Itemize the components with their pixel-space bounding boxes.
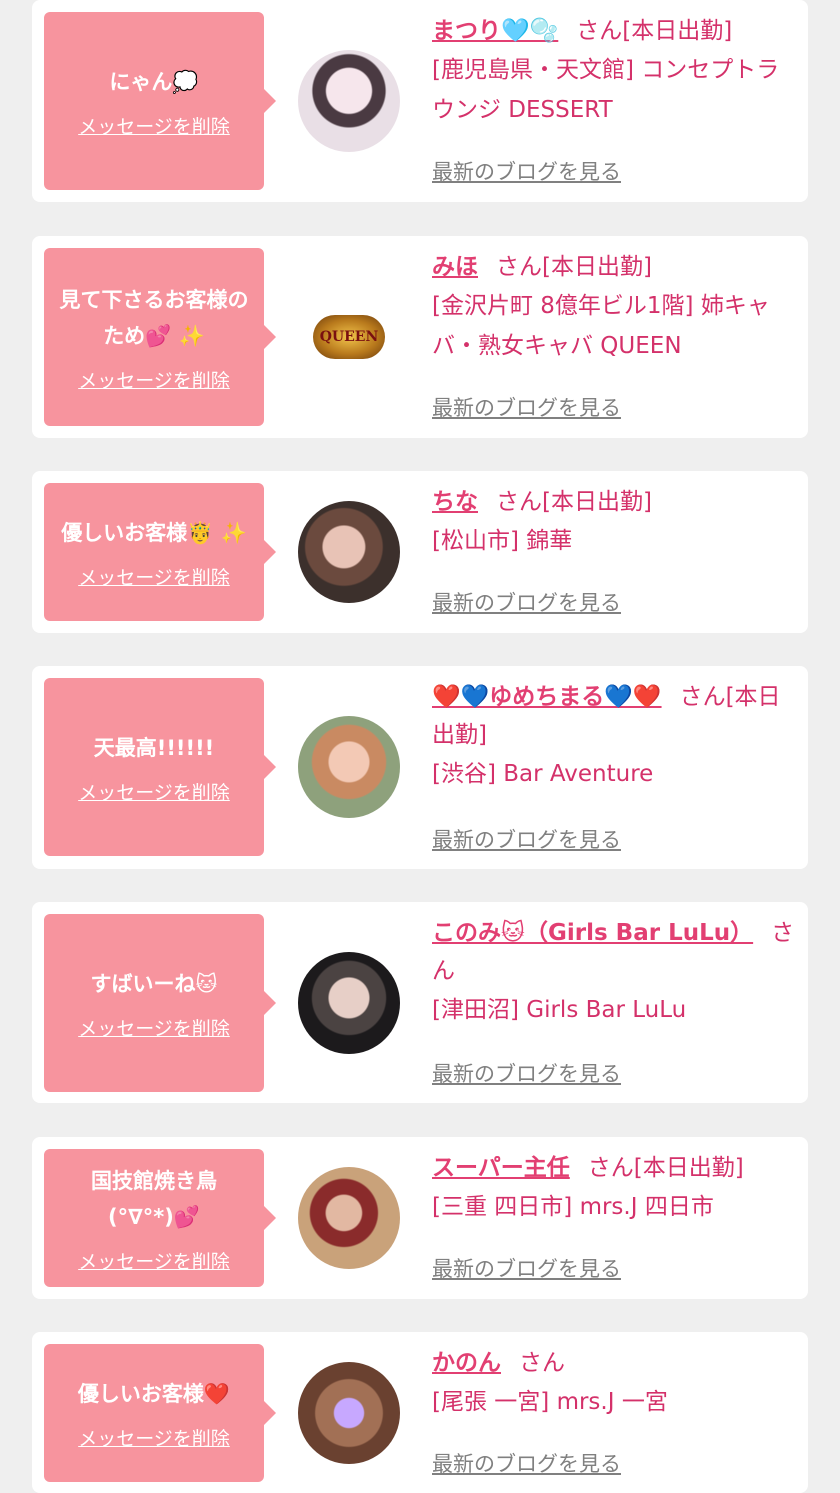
status-text: さん <box>519 1350 565 1376</box>
message-card: 国技館焼き鳥 (°∇°*)💕 メッセージを削除 スーパー主任 さん[本日出勤] [… <box>32 1137 808 1299</box>
cast-info: ちな さん[本日出勤] [松山市] 錦華 <box>432 483 800 561</box>
cast-name-link[interactable]: ❤️💙ゆめちまる💙❤️ <box>432 684 662 710</box>
message-bubble: 優しいお客様🤴 ✨ メッセージを削除 <box>44 483 276 621</box>
cast-info: まつり🩵🫧 さん[本日出勤] [鹿児島県・天文館] コンセプトラウンジ DESSE… <box>432 12 800 130</box>
cast-name-link[interactable]: かのん <box>432 1350 501 1376</box>
blog-link[interactable]: 最新のブログを見る <box>432 392 621 422</box>
blog-link[interactable]: 最新のブログを見る <box>432 824 621 854</box>
message-bubble: 見て下さるお客様のため💕 ✨ メッセージを削除 <box>44 248 276 426</box>
shop-logo-avatar[interactable]: QUEEN <box>298 286 400 388</box>
name-line: スーパー主任 さん[本日出勤] <box>432 1149 800 1187</box>
status-text: さん[本日出勤] <box>496 254 652 280</box>
name-line: ちな さん[本日出勤] <box>432 483 800 521</box>
queen-logo: QUEEN <box>313 315 385 359</box>
blog-link[interactable]: 最新のブログを見る <box>432 1253 621 1283</box>
cast-avatar[interactable] <box>298 952 400 1054</box>
shop-text: [三重 四日市] mrs.J 四日市 <box>432 1194 714 1220</box>
cast-info: みほ さん[本日出勤] [金沢片町 8億年ビル1階] 姉キャバ・熟女キャバ QUE… <box>432 248 800 366</box>
status-text: さん[本日出勤] <box>496 489 652 515</box>
message-bubble: 優しいお客様❤️ メッセージを削除 <box>44 1344 276 1482</box>
message-bubble: 天最高!!!!!! メッセージを削除 <box>44 678 276 856</box>
name-line: みほ さん[本日出勤] <box>432 248 800 286</box>
cast-info: ❤️💙ゆめちまる💙❤️ さん[本日出勤] [渋谷] Bar Aventure <box>432 678 800 794</box>
cast-avatar[interactable] <box>298 501 400 603</box>
shop-text: [金沢片町 8億年ビル1階] 姉キャバ・熟女キャバ QUEEN <box>432 293 770 359</box>
message-bubble: にゃん💭 メッセージを削除 <box>44 12 276 190</box>
status-text: さん[本日出勤] <box>587 1155 744 1181</box>
delete-message-link[interactable]: メッセージを削除 <box>78 1247 230 1274</box>
cast-name-link[interactable]: スーパー主任 <box>432 1155 570 1181</box>
message-card: すばいーね🐱 メッセージを削除 このみ🐱（Girls Bar LuLu） さん [… <box>32 902 808 1103</box>
delete-message-link[interactable]: メッセージを削除 <box>78 112 230 139</box>
cast-avatar[interactable] <box>298 1167 400 1269</box>
blog-link[interactable]: 最新のブログを見る <box>432 1058 621 1088</box>
message-text: 優しいお客様❤️ <box>77 1381 231 1406</box>
message-text: にゃん💭 <box>109 69 199 94</box>
blog-link[interactable]: 最新のブログを見る <box>432 156 621 186</box>
cast-info: このみ🐱（Girls Bar LuLu） さん [津田沼] Girls Bar L… <box>432 914 800 1030</box>
shop-text: [渋谷] Bar Aventure <box>432 761 654 787</box>
message-text: 優しいお客様🤴 ✨ <box>61 520 247 545</box>
cast-info: スーパー主任 さん[本日出勤] [三重 四日市] mrs.J 四日市 <box>432 1149 800 1227</box>
message-text: 見て下さるお客様のため💕 ✨ <box>59 287 249 348</box>
delete-message-link[interactable]: メッセージを削除 <box>78 778 230 805</box>
blog-link[interactable]: 最新のブログを見る <box>432 587 621 617</box>
name-line: かのん さん <box>432 1344 800 1382</box>
message-bubble: 国技館焼き鳥 (°∇°*)💕 メッセージを削除 <box>44 1149 276 1287</box>
delete-message-link[interactable]: メッセージを削除 <box>78 563 230 590</box>
message-card: にゃん💭 メッセージを削除 まつり🩵🫧 さん[本日出勤] [鹿児島県・天文館] コ… <box>32 0 808 202</box>
delete-message-link[interactable]: メッセージを削除 <box>78 1014 230 1041</box>
cast-name-link[interactable]: ちな <box>432 489 478 515</box>
name-line: このみ🐱（Girls Bar LuLu） さん <box>432 914 800 990</box>
cast-info: かのん さん [尾張 一宮] mrs.J 一宮 <box>432 1344 800 1422</box>
shop-text: [津田沼] Girls Bar LuLu <box>432 997 687 1023</box>
message-text: 国技館焼き鳥 (°∇°*)💕 <box>91 1168 217 1229</box>
delete-message-link[interactable]: メッセージを削除 <box>78 1424 230 1451</box>
cast-name-link[interactable]: まつり🩵🫧 <box>432 18 558 44</box>
cast-avatar[interactable] <box>298 716 400 818</box>
message-card: 見て下さるお客様のため💕 ✨ メッセージを削除 QUEEN みほ さん[本日出勤]… <box>32 236 808 438</box>
shop-text: [鹿児島県・天文館] コンセプトラウンジ DESSERT <box>432 57 780 123</box>
cast-name-link[interactable]: このみ🐱（Girls Bar LuLu） <box>432 920 753 946</box>
name-line: まつり🩵🫧 さん[本日出勤] <box>432 12 800 50</box>
delete-message-link[interactable]: メッセージを削除 <box>78 366 230 393</box>
cast-avatar[interactable] <box>298 1362 400 1464</box>
shop-text: [松山市] 錦華 <box>432 528 573 554</box>
cast-name-link[interactable]: みほ <box>432 254 478 280</box>
message-card: 優しいお客様❤️ メッセージを削除 かのん さん [尾張 一宮] mrs.J 一宮… <box>32 1332 808 1493</box>
cast-avatar[interactable] <box>298 50 400 152</box>
name-line: ❤️💙ゆめちまる💙❤️ さん[本日出勤] <box>432 678 800 754</box>
message-card: 優しいお客様🤴 ✨ メッセージを削除 ちな さん[本日出勤] [松山市] 錦華 最… <box>32 471 808 633</box>
message-text: 天最高!!!!!! <box>93 735 215 760</box>
message-text: すばいーね🐱 <box>90 971 218 996</box>
shop-text: [尾張 一宮] mrs.J 一宮 <box>432 1389 668 1415</box>
status-text: さん[本日出勤] <box>576 18 733 44</box>
message-card: 天最高!!!!!! メッセージを削除 ❤️💙ゆめちまる💙❤️ さん[本日出勤] [… <box>32 666 808 869</box>
message-bubble: すばいーね🐱 メッセージを削除 <box>44 914 276 1092</box>
message-list: にゃん💭 メッセージを削除 まつり🩵🫧 さん[本日出勤] [鹿児島県・天文館] コ… <box>0 0 840 1493</box>
blog-link[interactable]: 最新のブログを見る <box>432 1448 621 1478</box>
